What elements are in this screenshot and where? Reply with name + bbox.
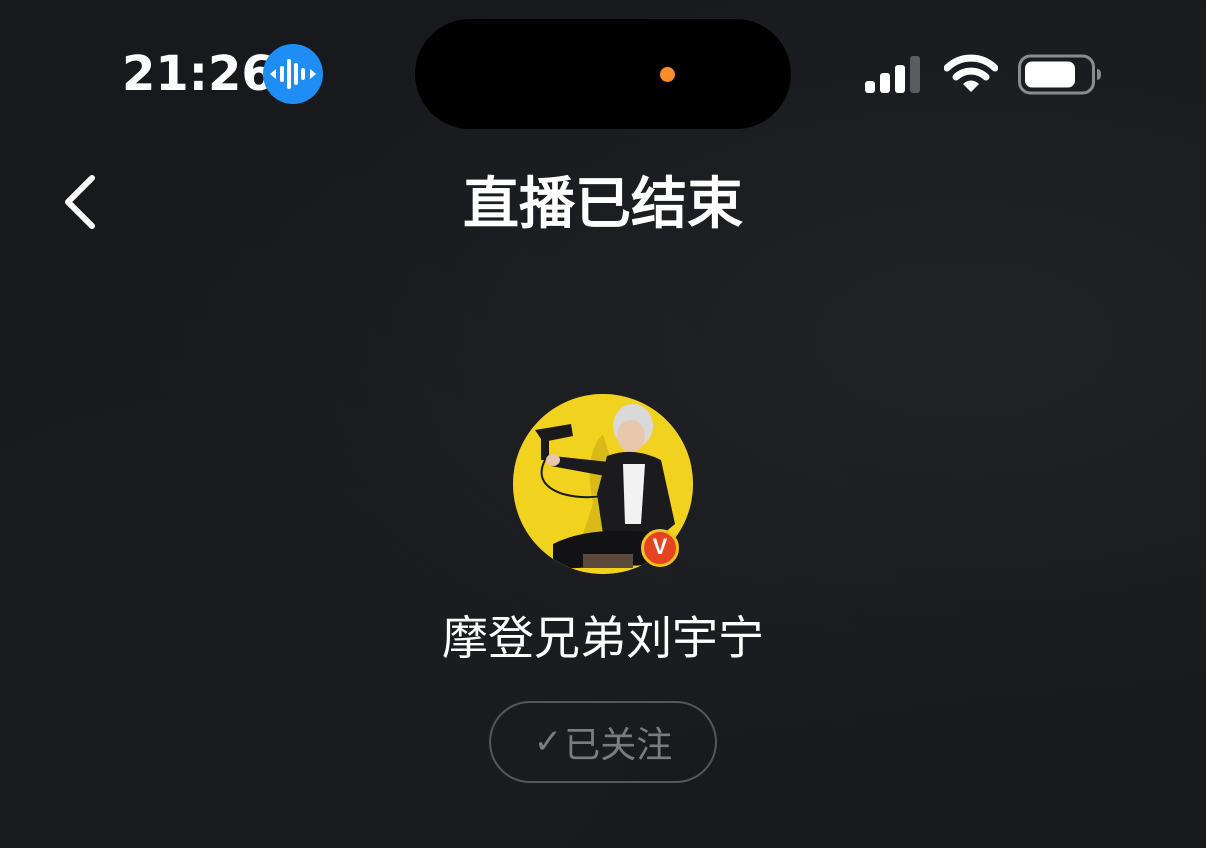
- privacy-indicator-dot: [660, 67, 675, 82]
- page-title: 直播已结束: [463, 172, 743, 237]
- follow-button-label: 已关注: [564, 725, 673, 766]
- cellular-signal-icon: [864, 55, 924, 95]
- follow-button[interactable]: ✓ 已关注: [489, 701, 717, 783]
- verified-badge-label: V: [652, 534, 668, 559]
- check-icon: ✓: [533, 722, 563, 762]
- battery-icon: [1018, 54, 1102, 96]
- wifi-icon: [943, 54, 999, 96]
- dynamic-island: [415, 19, 791, 129]
- waveform-icon[interactable]: [263, 44, 323, 104]
- status-time: 21:26: [122, 46, 275, 102]
- verified-badge-icon: V: [641, 529, 679, 567]
- streamer-name: 摩登兄弟刘宇宁: [442, 611, 764, 665]
